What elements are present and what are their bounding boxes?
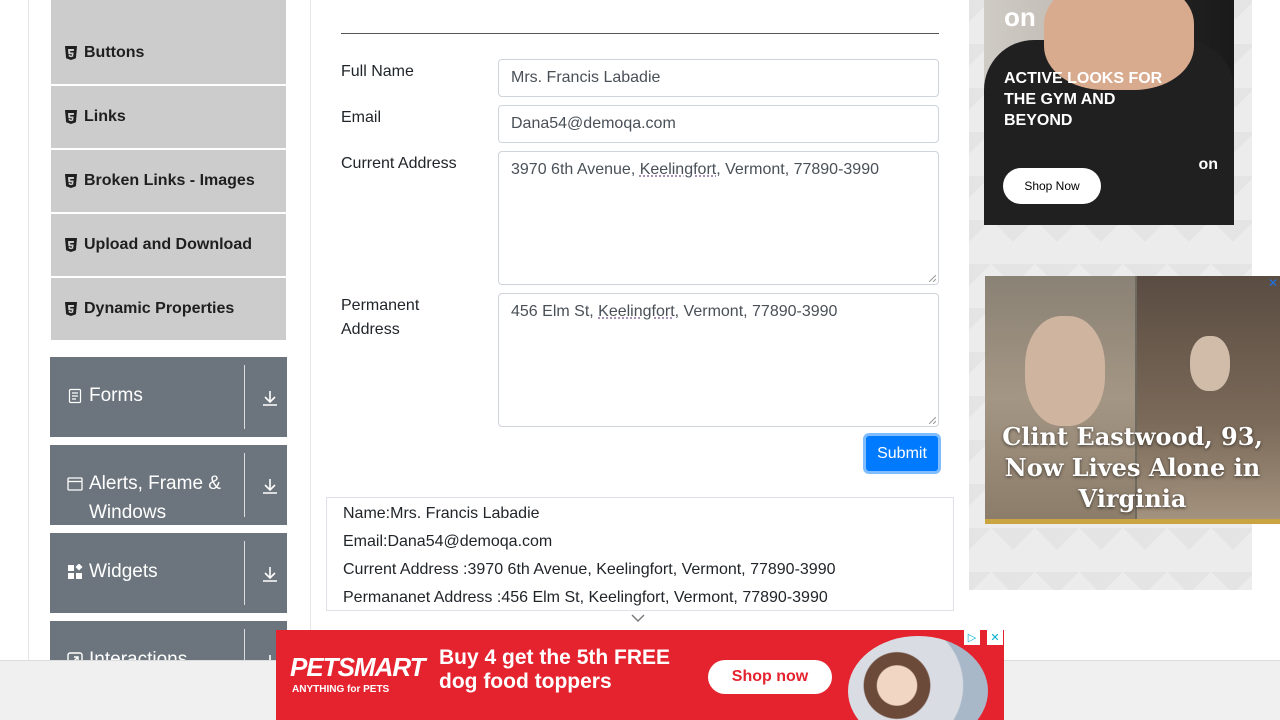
submit-button[interactable]: Submit (863, 433, 941, 474)
permanent-address-label: Permanent Address (341, 297, 420, 338)
ad-logo: on (1004, 2, 1036, 32)
current-address-text: , Vermont, 77890-3990 (716, 161, 879, 178)
html5-icon (65, 238, 77, 252)
sidebar-item-upload-download[interactable]: Upload and Download (51, 214, 286, 276)
current-address-label: Current Address (341, 155, 457, 172)
email-label: Email (341, 109, 382, 126)
ad-logo-small: on (1198, 156, 1218, 173)
permanent-address-text: 456 Elm St, (511, 303, 599, 320)
ad-tagline: ANYTHING for PETS (292, 684, 390, 695)
download-arrow-icon[interactable] (261, 389, 279, 407)
sidebar-item-dynamic-properties[interactable]: Dynamic Properties (51, 278, 286, 340)
sidebar-group-forms[interactable]: Forms (50, 357, 287, 437)
ad-petsmart[interactable]: PETSMART ANYTHING for PETS Buy 4 get the… (276, 630, 1004, 720)
sidebar-group-label: Alerts, Frame & Windows (89, 473, 221, 523)
sidebar-item-label: Links (84, 108, 126, 125)
spellcheck-word: Keelingfort (639, 161, 717, 178)
divider (341, 33, 939, 34)
sidebar-item-label: Buttons (84, 44, 145, 61)
sidebar-item-label: Broken Links - Images (84, 172, 255, 189)
permanent-address-text: , Vermont, 77890-3990 (674, 303, 838, 320)
document-icon (67, 388, 83, 404)
output-permanent-address: Permananet Address :456 Elm St, Keelingf… (343, 589, 828, 606)
close-icon[interactable]: ✕ (987, 630, 1003, 645)
ad-on-running[interactable]: on ACTIVE LOOKS FOR THE GYM AND BEYOND S… (984, 0, 1234, 225)
sidebar-item-previous[interactable] (51, 0, 286, 22)
ad-image (1190, 336, 1230, 391)
resize-grip-icon[interactable] (929, 417, 936, 424)
sidebar-group-label: Forms (89, 385, 143, 406)
ad-shop-now-button[interactable]: Shop Now (1003, 168, 1101, 204)
sidebar-group-alerts[interactable]: Alerts, Frame & Windows (50, 445, 287, 525)
adchoices-icon[interactable]: ▷ (964, 630, 980, 645)
ad-clint-eastwood[interactable]: Clint Eastwood, 93, Now Lives Alone in V… (985, 276, 1280, 524)
output-name: Name:Mrs. Francis Labadie (343, 505, 540, 522)
ad-brand: PETSMART (290, 652, 426, 682)
ad-shop-now-button[interactable]: Shop now (708, 660, 832, 694)
ad-image (1025, 316, 1105, 426)
sidebar-item-links[interactable]: Links (51, 86, 286, 148)
output-panel: Name:Mrs. Francis Labadie Email:Dana54@d… (326, 497, 954, 611)
ad-caption: Clint Eastwood, 93, Now Lives Alone in V… (1002, 422, 1263, 513)
full-name-label: Full Name (341, 63, 414, 80)
ad-image (848, 636, 988, 720)
html5-icon (65, 110, 77, 124)
email-input[interactable]: Dana54@demoqa.com (498, 105, 939, 143)
resize-grip-icon[interactable] (929, 275, 936, 282)
html5-icon (65, 302, 77, 316)
sidebar-item-broken-links[interactable]: Broken Links - Images (51, 150, 286, 212)
download-arrow-icon[interactable] (261, 565, 279, 583)
window-icon (67, 476, 83, 492)
ad-headline: ACTIVE LOOKS FOR THE GYM AND BEYOND (1004, 70, 1163, 129)
output-email: Email:Dana54@demoqa.com (343, 533, 553, 550)
chevron-down-icon[interactable] (631, 612, 645, 624)
full-name-input[interactable]: Mrs. Francis Labadie (498, 59, 939, 97)
html5-icon (65, 46, 77, 60)
output-current-address: Current Address :3970 6th Avenue, Keelin… (343, 561, 836, 578)
sidebar-item-label: Dynamic Properties (84, 300, 235, 317)
download-arrow-icon[interactable] (261, 477, 279, 495)
sidebar-item-buttons[interactable]: Buttons (51, 22, 286, 84)
close-icon[interactable]: ✕ (1268, 277, 1280, 289)
widgets-icon (67, 563, 83, 580)
ad-offer: Buy 4 get the 5th FREE dog food toppers (439, 646, 671, 693)
page: Buttons Links Broken Links - Images Uplo… (0, 0, 1280, 720)
html5-icon (65, 174, 77, 188)
sidebar-group-label: Widgets (89, 561, 158, 582)
current-address-textarea[interactable]: 3970 6th Avenue, Keelingfort, Vermont, 7… (498, 151, 939, 285)
sidebar-item-label: Upload and Download (84, 236, 252, 253)
spellcheck-word: Keelingfort (598, 303, 675, 320)
current-address-text: 3970 6th Avenue, (511, 161, 640, 178)
sidebar-group-widgets[interactable]: Widgets (50, 533, 287, 613)
permanent-address-textarea[interactable]: 456 Elm St, Keelingfort, Vermont, 77890-… (498, 293, 939, 427)
